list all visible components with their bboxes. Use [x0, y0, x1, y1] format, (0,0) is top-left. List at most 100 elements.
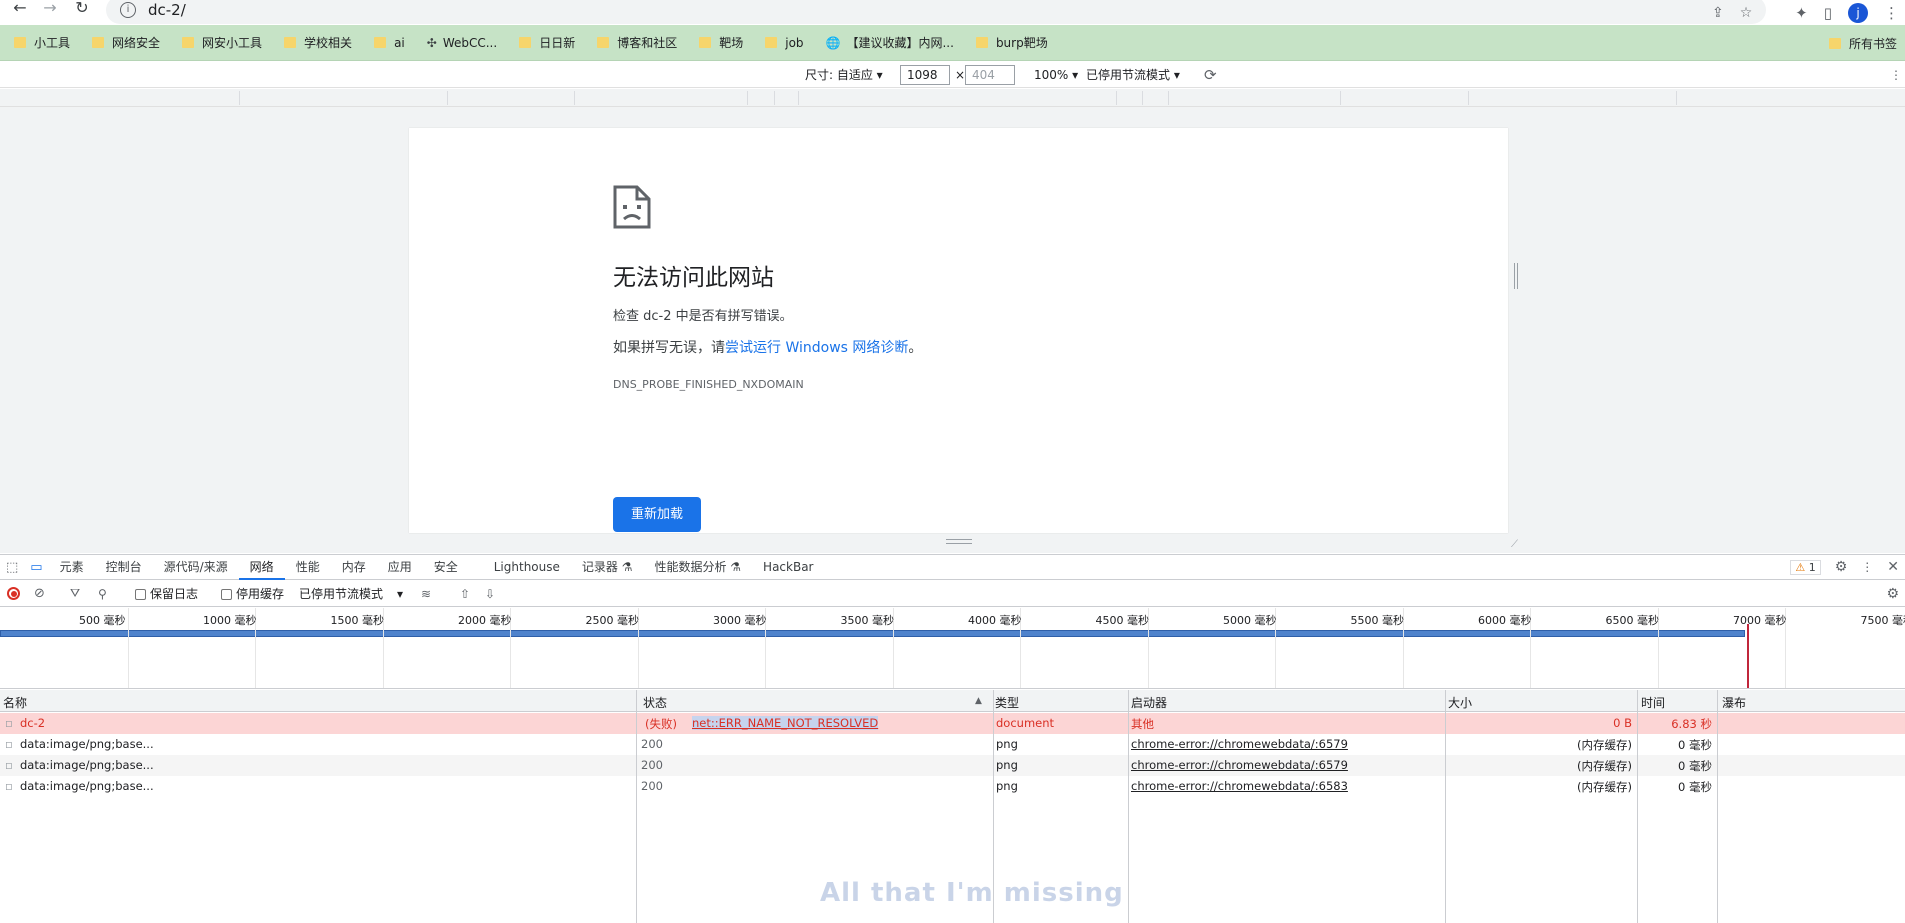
bookmark-item[interactable]: 学校相关 [284, 34, 352, 51]
devtools-tab[interactable]: 性能数据分析 ⚗ [643, 555, 752, 580]
request-initiator[interactable]: 其他 [1131, 716, 1154, 732]
col-initiator[interactable]: 启动器 [1131, 694, 1167, 711]
devtools-tab[interactable]: 内存 [331, 555, 377, 580]
disable-cache-checkbox[interactable]: 停用缓存 [221, 585, 284, 602]
search-icon[interactable]: ⚲ [98, 587, 107, 601]
sidebar-icon[interactable]: ▯ [1824, 4, 1832, 22]
table-row[interactable]: ▫ data:image/png;base... 200 png chrome-erro… [0, 755, 1905, 776]
timeline-tick: 4500 毫秒 [1095, 614, 1150, 627]
disable-cache-label: 停用缓存 [236, 587, 285, 601]
warning-icon: ⚠ [1795, 560, 1806, 574]
preserve-log-checkbox[interactable]: 保留日志 [135, 585, 198, 602]
col-size[interactable]: 大小 [1448, 694, 1472, 711]
devtools-tab[interactable]: 性能 [285, 555, 331, 580]
import-har-icon[interactable]: ⇧ [460, 587, 470, 601]
bookmark-item[interactable]: 网络安全 [92, 34, 160, 51]
inspect-icon[interactable]: ⬚ [0, 560, 24, 575]
browser-toolbar: ← → ↻ i dc-2/ ⇪ ☆ ✦ ▯ j ⋮ [0, 0, 1905, 25]
bookmark-item[interactable]: 网安小工具 [182, 34, 262, 51]
network-settings-icon[interactable]: ⚙ [1886, 586, 1899, 602]
table-row[interactable]: ▫ (失败) dc-2 net::ERR_NAME_NOT_RESOLVED docum… [0, 713, 1905, 734]
request-name[interactable]: data:image/png;base... [20, 779, 154, 793]
bookmark-item[interactable]: 日日新 [519, 34, 575, 51]
width-input[interactable]: 1098 [900, 65, 950, 85]
rotate-icon[interactable]: ⟳ [1204, 66, 1217, 84]
bookmark-item[interactable]: 小工具 [14, 34, 70, 51]
bookmark-item[interactable]: job [765, 36, 804, 50]
request-name[interactable]: data:image/png;base... [20, 758, 154, 772]
more-icon[interactable]: ⋮ [1861, 560, 1873, 574]
corner-resize-handle[interactable]: ⟋ [1511, 539, 1518, 550]
request-status: net::ERR_NAME_NOT_RESOLVED [692, 716, 879, 730]
network-throttle-dropdown[interactable]: 已停用节流模式 ▾ [299, 585, 403, 602]
forward-icon[interactable]: → [36, 0, 64, 17]
preserve-log-label: 保留日志 [150, 587, 199, 601]
right-resize-handle[interactable] [1514, 263, 1518, 289]
bookmark-item[interactable]: ✣ WebCC... [427, 36, 497, 50]
devtools-tab[interactable]: 记录器 ⚗ [571, 555, 644, 580]
devtools-tab[interactable]: 应用 [377, 555, 423, 580]
reload-button[interactable]: 重新加载 [613, 497, 701, 532]
suggestion-suffix: 。 [908, 340, 923, 356]
suggestion-prefix: 如果拼写无误，请 [613, 340, 725, 356]
request-name[interactable]: data:image/png;base... [20, 737, 154, 751]
devtools-tab[interactable]: 安全 [423, 555, 469, 580]
devtools-tab[interactable]: 网络 [238, 555, 285, 580]
menu-icon[interactable]: ⋮ [1884, 4, 1899, 22]
col-type[interactable]: 类型 [995, 694, 1019, 711]
devtools-tab[interactable]: 控制台 [95, 555, 153, 580]
export-har-icon[interactable]: ⇩ [485, 587, 495, 601]
more-icon[interactable]: ⋮ [1890, 68, 1902, 82]
clear-icon[interactable]: ⊘ [34, 586, 45, 601]
warning-badge[interactable]: ⚠ 1 [1790, 559, 1821, 575]
star-icon[interactable]: ☆ [1740, 5, 1753, 21]
error-hint: 检查 dc-2 中是否有拼写错误。 [613, 309, 793, 324]
request-initiator[interactable]: chrome-error://chromewebdata/:6579 [1131, 758, 1348, 772]
bookmark-item[interactable]: burp靶场 [975, 34, 1048, 51]
bookmark-item[interactable]: 靶场 [699, 34, 743, 51]
devtools-tab[interactable]: HackBar [752, 555, 824, 580]
network-throttle-label: 已停用节流模式 [299, 587, 384, 601]
timeline-tick: 1500 毫秒 [330, 614, 385, 627]
reload-icon[interactable]: ↻ [68, 0, 96, 17]
error-page: 无法访问此网站 检查 dc-2 中是否有拼写错误。 如果拼写无误，请尝试运行 W… [409, 128, 1508, 533]
network-conditions-icon[interactable]: ≋ [421, 587, 431, 601]
settings-icon[interactable]: ⚙ [1835, 559, 1848, 575]
throttle-dropdown[interactable]: 已停用节流模式 ▾ [1086, 66, 1180, 83]
bottom-resize-handle[interactable] [946, 539, 972, 544]
zoom-dropdown[interactable]: 100% ▾ [1034, 68, 1078, 82]
request-size: (内存缓存) [1577, 759, 1632, 773]
request-initiator[interactable]: chrome-error://chromewebdata/:6583 [1131, 779, 1348, 793]
bookmark-item[interactable]: ai [374, 36, 405, 50]
record-icon[interactable] [7, 587, 20, 600]
media-query-ruler[interactable] [0, 89, 1905, 107]
devtools-tab[interactable]: Lighthouse [483, 555, 571, 580]
network-overview[interactable]: 500 毫秒 1000 毫秒 1500 毫秒 2000 毫秒 2500 毫秒 3000 毫… [0, 608, 1905, 689]
col-status[interactable]: 状态 [643, 694, 667, 711]
col-time[interactable]: 时间 [1641, 694, 1665, 711]
address-bar[interactable]: i dc-2/ [106, 0, 1766, 24]
back-icon[interactable]: ← [6, 0, 34, 17]
avatar[interactable]: j [1848, 2, 1868, 23]
filter-icon[interactable]: ⛛ [70, 586, 80, 601]
all-bookmarks[interactable]: 所有书签 [1849, 35, 1897, 52]
extensions-icon[interactable]: ✦ [1795, 4, 1808, 22]
bookmark-item[interactable]: 🌐 【建议收藏】内网... [826, 34, 954, 51]
request-initiator[interactable]: chrome-error://chromewebdata/:6579 [1131, 737, 1348, 751]
devtools-tab[interactable]: 元素 [49, 555, 95, 580]
close-icon[interactable]: ✕ [1887, 559, 1899, 575]
table-row[interactable]: ▫ data:image/png;base... 200 png chrome-erro… [0, 734, 1905, 755]
diagnostics-link[interactable]: 尝试运行 Windows 网络诊断 [725, 340, 908, 356]
bookmark-item[interactable]: 博客和社区 [597, 34, 677, 51]
col-name[interactable]: 名称 [3, 694, 27, 711]
device-toggle-icon[interactable]: ▭ [24, 560, 48, 575]
height-input[interactable]: 404 [965, 65, 1015, 85]
info-icon[interactable]: i [120, 2, 136, 18]
url-text[interactable]: dc-2/ [148, 1, 186, 19]
share-icon[interactable]: ⇪ [1712, 5, 1724, 21]
devtools-tab[interactable]: 源代码/来源 [153, 555, 239, 580]
request-name[interactable]: dc-2 [20, 716, 45, 730]
size-dropdown[interactable]: 尺寸: 自适应 ▾ [805, 66, 883, 83]
table-row[interactable]: ▫ data:image/png;base... 200 png chrome-erro… [0, 776, 1905, 797]
col-waterfall[interactable]: 瀑布 [1722, 694, 1746, 711]
